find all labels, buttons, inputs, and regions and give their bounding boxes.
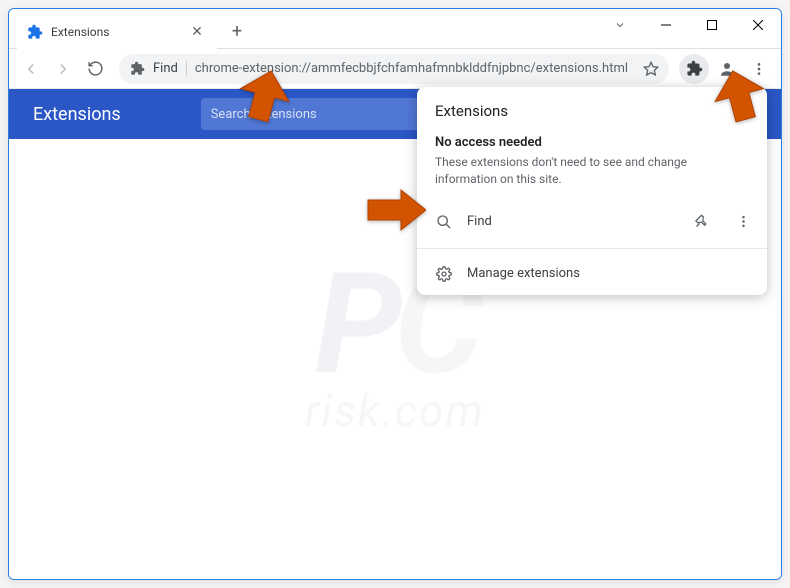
- minimize-button[interactable]: [643, 9, 689, 41]
- extension-item[interactable]: Find: [417, 200, 767, 244]
- tab-title: Extensions: [51, 25, 181, 39]
- arrow-annotation: [362, 186, 426, 238]
- find-extension-icon: [435, 213, 453, 231]
- new-tab-button[interactable]: +: [223, 17, 251, 45]
- arrow-annotation: [710, 70, 770, 132]
- forward-button[interactable]: [49, 55, 77, 83]
- tab-search-caret-icon[interactable]: [603, 9, 637, 41]
- divider: [417, 248, 767, 249]
- popup-section-desc: These extensions don't need to see and c…: [435, 154, 749, 188]
- gear-icon: [435, 265, 453, 283]
- window-controls: [603, 9, 781, 41]
- omnibox-chip: Find: [153, 61, 187, 76]
- manage-extensions-button[interactable]: Manage extensions: [417, 253, 767, 295]
- extensions-button[interactable]: [679, 54, 709, 84]
- popup-section-title: No access needed: [435, 135, 749, 150]
- toolbar: Find chrome-extension://ammfecbbjfchfamh…: [9, 49, 781, 89]
- page-title: Extensions: [33, 104, 121, 125]
- more-icon[interactable]: [729, 208, 757, 236]
- browser-tab[interactable]: Extensions ✕: [17, 15, 217, 49]
- popup-title: Extensions: [435, 102, 508, 120]
- pin-icon[interactable]: [687, 208, 715, 236]
- reload-button[interactable]: [81, 55, 109, 83]
- arrow-annotation: [234, 70, 294, 132]
- puzzle-icon: [27, 24, 43, 40]
- bookmark-star-icon[interactable]: [643, 61, 659, 77]
- manage-extensions-label: Manage extensions: [467, 266, 580, 281]
- close-tab-icon[interactable]: ✕: [189, 24, 205, 40]
- address-bar[interactable]: Find chrome-extension://ammfecbbjfchfamh…: [119, 54, 669, 84]
- titlebar: Extensions ✕ +: [9, 9, 781, 49]
- extension-item-name: Find: [467, 214, 673, 229]
- maximize-button[interactable]: [689, 9, 735, 41]
- back-button[interactable]: [17, 55, 45, 83]
- extension-icon: [129, 61, 145, 77]
- close-window-button[interactable]: [735, 9, 781, 41]
